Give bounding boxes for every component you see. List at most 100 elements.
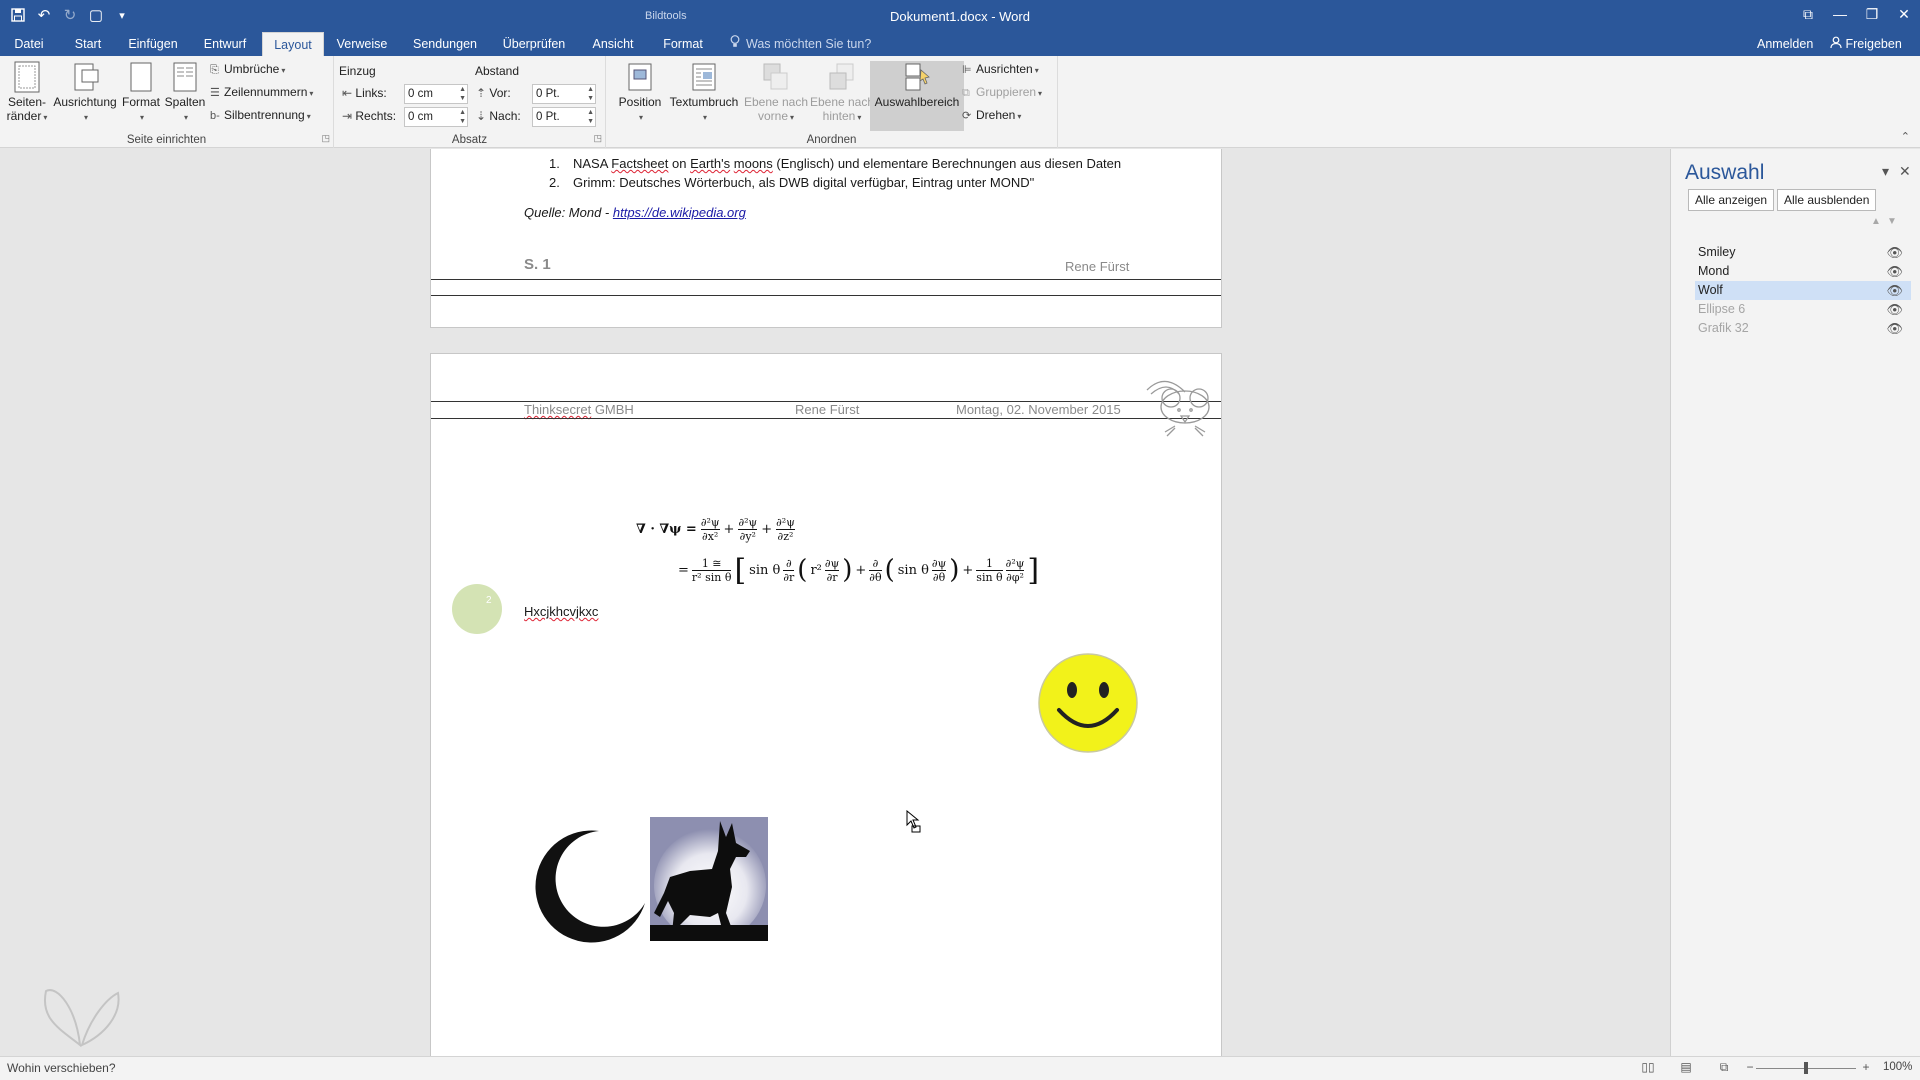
list-item-1: 1. NASA Factsheet on Earth's moons (Engli…: [549, 156, 1121, 171]
eye-icon[interactable]: 👁: [1886, 243, 1903, 262]
einzug-rechts-input[interactable]: 0 cm ▲ ▼: [404, 107, 468, 127]
print-layout-icon[interactable]: ▤: [1676, 1060, 1696, 1076]
zoom-in-button[interactable]: +: [1856, 1060, 1876, 1076]
fraction-2-den: ∂y²: [739, 529, 756, 543]
ellipse-shape[interactable]: 2: [452, 584, 502, 634]
fraction-4: 1 ≅ r² sin θ: [691, 557, 732, 584]
fraction-5-num: ∂: [783, 557, 795, 571]
absatz-dialog-launcher-icon[interactable]: ◳: [593, 133, 602, 144]
touch-mode-icon[interactable]: ▢: [84, 3, 108, 27]
header-company-name: Thinksecret: [524, 402, 592, 417]
nach-label: ⇣ Nach:: [476, 109, 521, 123]
list-item-1-word-factsheet: Factsheet: [611, 156, 669, 171]
abstand-nach-input[interactable]: 0 Pt. ▲ ▼: [532, 107, 596, 127]
drehen-button[interactable]: ⟳ Drehen ▾: [962, 105, 1021, 125]
close-button[interactable]: ✕: [1888, 0, 1920, 28]
nach-text: Nach:: [489, 109, 521, 123]
zoom-level[interactable]: 100%: [1883, 1061, 1912, 1073]
status-text: Wohin verschieben?: [7, 1061, 116, 1075]
gruppieren-button[interactable]: ⧉ Gruppieren ▾: [962, 82, 1042, 102]
format-size-button[interactable]: Format ▾: [120, 61, 162, 125]
save-icon[interactable]: [6, 3, 30, 27]
auswahlbereich-button[interactable]: Auswahlbereich: [870, 61, 964, 131]
tab-format[interactable]: Format: [656, 32, 710, 56]
fraction-5: ∂ ∂r: [783, 557, 795, 584]
selection-item-wolf[interactable]: Wolf 👁: [1695, 281, 1911, 300]
plus-2: +: [761, 521, 773, 537]
tell-me-box[interactable]: Was möchten Sie tun?: [730, 32, 871, 56]
customize-qat-icon[interactable]: ▾: [110, 3, 134, 27]
selection-item-ellipse[interactable]: Ellipse 6 👁: [1695, 300, 1911, 319]
fraction-9-num: 1: [976, 557, 1003, 571]
read-mode-icon[interactable]: ▯▯: [1638, 1060, 1658, 1076]
abstand-vor-input[interactable]: 0 Pt. ▲ ▼: [532, 84, 596, 104]
ausrichtung-button[interactable]: Ausrichtung ▾: [52, 61, 118, 125]
window-title: Dokument1.docx - Word: [890, 9, 1030, 24]
tab-sendungen[interactable]: Sendungen: [410, 32, 480, 56]
selection-item-smiley[interactable]: Smiley 👁: [1695, 243, 1911, 262]
einzug-links-input[interactable]: 0 cm ▲ ▼: [404, 84, 468, 104]
abstand-nach-value: 0 Pt.: [536, 111, 560, 123]
equation[interactable]: ∇ · ∇ψ = ∂²ψ ∂x² + ∂²ψ ∂y² + ∂²ψ ∂z² = 1 ≅ r…: [636, 509, 1039, 591]
wolf-picture[interactable]: [650, 817, 768, 941]
undo-icon[interactable]: ↶: [32, 3, 56, 27]
tab-start[interactable]: Start: [70, 32, 106, 56]
indent-left-icon: ⇤: [342, 86, 356, 100]
eye-icon[interactable]: 👁: [1886, 262, 1903, 281]
group-label-anordnen: Anordnen: [806, 134, 857, 146]
tab-datei[interactable]: Datei: [0, 32, 58, 56]
vor-label: ⇡ Vor:: [476, 86, 511, 100]
seitenraender-label-2: ränder: [6, 109, 42, 123]
signin-link[interactable]: Anmelden: [1757, 32, 1813, 56]
web-layout-icon[interactable]: ⧉: [1714, 1060, 1734, 1076]
group-seite-einrichten: Seiten- ränder ▾ Ausrichtung ▾ Format ▾ Spa…: [0, 56, 334, 148]
pane-close-icon[interactable]: ✕: [1899, 163, 1911, 180]
tab-verweise[interactable]: Verweise: [336, 32, 388, 56]
moon-shape[interactable]: [529, 825, 649, 948]
ausrichten-button[interactable]: ⊫ Ausrichten ▾: [962, 59, 1039, 79]
move-up-icon[interactable]: ▲: [1871, 216, 1881, 227]
share-button[interactable]: Freigeben: [1830, 32, 1902, 56]
dialog-launcher-icon[interactable]: ◳: [321, 133, 330, 144]
eye-icon[interactable]: 👁: [1886, 281, 1903, 300]
tab-entwurf[interactable]: Entwurf: [200, 32, 250, 56]
silbentrennung-button[interactable]: b- Silbentrennung ▾: [210, 105, 311, 125]
fraction-8-den: ∂θ: [932, 570, 946, 584]
selection-pane-title: Auswahl: [1685, 161, 1765, 184]
ausrichten-label: Ausrichten: [976, 62, 1033, 76]
pane-options-icon[interactable]: ▾: [1882, 163, 1889, 180]
move-down-icon[interactable]: ▼: [1887, 216, 1897, 227]
window-controls: ⧉ — ❐ ✕: [1792, 0, 1920, 28]
eye-icon[interactable]: 👁: [1886, 319, 1903, 338]
textumbruch-button[interactable]: Textumbruch ▾: [660, 61, 748, 125]
fraction-8: ∂ψ ∂θ: [931, 557, 947, 584]
seitenraender-button[interactable]: Seiten- ränder ▾: [4, 61, 50, 125]
smiley-shape[interactable]: [1037, 652, 1139, 757]
minimize-button[interactable]: —: [1824, 0, 1856, 28]
group-label-absatz: Absatz: [451, 134, 488, 146]
selection-item-grafik[interactable]: Grafik 32 👁: [1695, 319, 1911, 338]
spalten-button[interactable]: Spalten ▾: [164, 61, 206, 125]
fraction-2-num: ∂²ψ: [738, 515, 758, 530]
source-link[interactable]: https://de.wikipedia.org: [613, 205, 746, 220]
tab-ansicht[interactable]: Ansicht: [588, 32, 638, 56]
collapse-ribbon-icon[interactable]: ⌃: [1901, 130, 1910, 143]
title-bar: ↶ ↻ ▢ ▾ Bildtools Dokument1.docx - Word …: [0, 0, 1920, 32]
tab-ueberpruefen[interactable]: Überprüfen: [500, 32, 568, 56]
selection-item-mond[interactable]: Mond 👁: [1695, 262, 1911, 281]
redo-icon[interactable]: ↻: [58, 3, 82, 27]
ribbon-display-options-icon[interactable]: ⧉: [1792, 0, 1824, 28]
zoom-slider-thumb[interactable]: [1804, 1062, 1808, 1074]
line-numbers-icon: ☰: [210, 87, 220, 99]
list-item-2-text: Grimm: Deutsches Wörterbuch, als DWB dig…: [573, 175, 1035, 190]
hide-all-button[interactable]: Alle ausblenden: [1777, 189, 1877, 211]
tab-layout[interactable]: Layout: [262, 32, 324, 56]
show-all-button[interactable]: Alle anzeigen: [1688, 189, 1775, 211]
umbrueche-button[interactable]: ⎘ Umbrüche ▾: [210, 59, 285, 79]
fraction-5-den: ∂r: [783, 570, 795, 584]
ribbon-tab-row: Datei Start Einfügen Entwurf Layout Verw…: [0, 32, 1920, 56]
restore-button[interactable]: ❐: [1856, 0, 1888, 28]
tab-einfuegen[interactable]: Einfügen: [124, 32, 182, 56]
zeilennummern-button[interactable]: ☰ Zeilennummern ▾: [210, 82, 313, 102]
eye-icon[interactable]: 👁: [1886, 300, 1903, 319]
